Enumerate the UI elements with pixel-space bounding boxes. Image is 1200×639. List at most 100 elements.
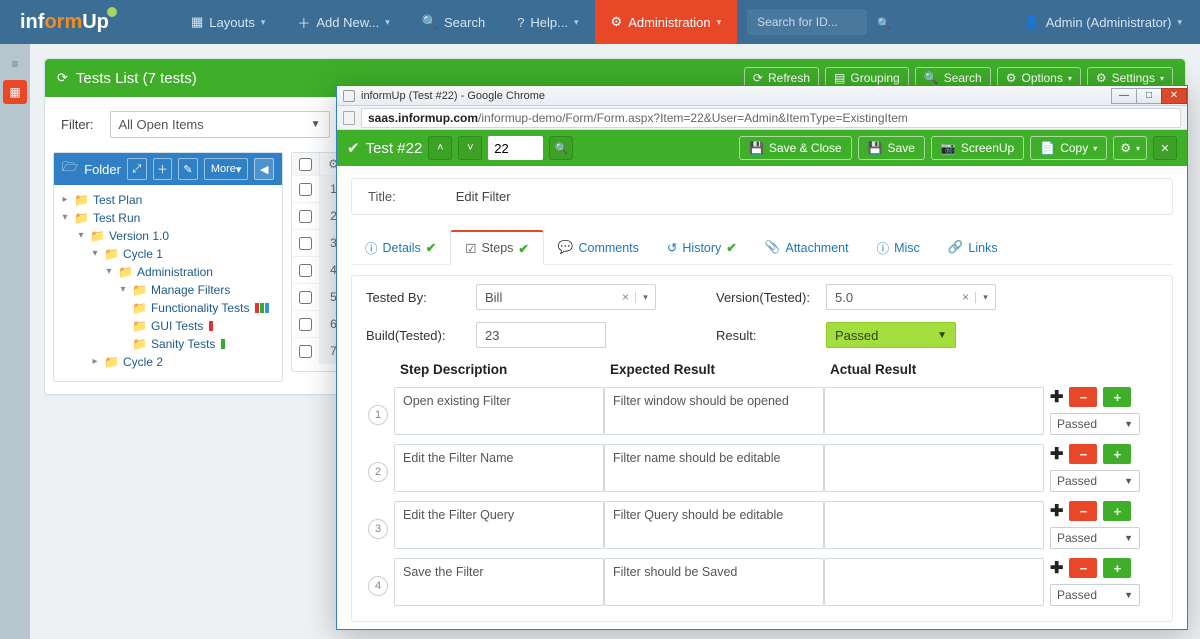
screenup-button[interactable]: 📷ScreenUp [931,136,1024,160]
tree-expand-icon[interactable]: ▸ [60,191,70,209]
remove-step-btn[interactable]: − [1069,387,1097,407]
search-input[interactable] [747,9,867,35]
nav-layouts[interactable]: ▦Layouts▾ [175,0,281,44]
clear-icon[interactable]: × [616,290,635,304]
step-actual-input[interactable] [824,558,1044,606]
chevron-down-icon[interactable]: ▾ [975,292,995,303]
window-close-btn[interactable]: ✕ [1161,88,1187,104]
version-field[interactable]: 5.0×▾ [826,284,996,310]
result-select[interactable]: Passed▼ [826,322,956,348]
step-description-input[interactable]: Open existing Filter [394,387,604,435]
insert-icon[interactable]: ✚ [1050,387,1063,407]
tab-attachment[interactable]: 📎Attachment [751,230,863,265]
tree-item[interactable]: Functionality Tests [151,299,250,317]
chevron-down-icon[interactable]: ▾ [635,292,655,303]
copy-button[interactable]: 📄Copy▾ [1030,136,1107,160]
row-checkbox[interactable] [299,210,312,223]
tree-collapse-icon[interactable]: ▾ [90,245,100,263]
remove-step-btn[interactable]: − [1069,444,1097,464]
search-icon[interactable] [877,15,891,30]
row-checkbox[interactable] [299,345,312,358]
window-titlebar[interactable]: informUp (Test #22) - Google Chrome — □ … [337,86,1187,106]
save-close-button[interactable]: 💾Save & Close [739,136,852,160]
rail-apps-button[interactable]: ▦ [3,80,27,104]
tree-item[interactable]: Cycle 2 [123,353,163,371]
step-description-input[interactable]: Save the Filter [394,558,604,606]
tree-item[interactable]: Administration [137,263,213,281]
nav-search[interactable]: 🔍Search [406,0,501,44]
folder-add-btn[interactable]: ＋ [153,158,173,180]
step-result-select[interactable]: Passed▼ [1050,413,1140,435]
insert-icon[interactable]: ✚ [1050,444,1063,464]
step-expected-input[interactable]: Filter should be Saved [604,558,824,606]
step-actual-input[interactable] [824,387,1044,435]
insert-icon[interactable]: ✚ [1050,501,1063,521]
tree-item[interactable]: Test Plan [93,191,142,209]
row-checkbox[interactable] [299,318,312,331]
tree-collapse-icon[interactable]: ▾ [60,209,70,227]
window-minimize-btn[interactable]: — [1111,88,1137,104]
nav-user[interactable]: 👤Admin (Administrator)▾ [1006,0,1200,44]
folder-edit-btn[interactable]: ✎ [178,158,198,180]
add-step-btn[interactable]: + [1103,501,1131,521]
tab-misc[interactable]: ⓘMisc [863,230,934,265]
prev-item-btn[interactable]: ˄ [428,136,452,160]
build-input[interactable] [476,322,606,348]
add-step-btn[interactable]: + [1103,558,1131,578]
tree-collapse-icon[interactable]: ▾ [104,263,114,281]
save-button[interactable]: 💾Save [858,136,925,160]
insert-icon[interactable]: ✚ [1050,558,1063,578]
clear-icon[interactable]: × [956,290,975,304]
tab-links[interactable]: 🔗Links [934,230,1012,265]
goto-btn[interactable]: 🔍 [549,136,573,160]
close-form-btn[interactable]: ✕ [1153,136,1177,160]
tree-collapse-icon[interactable]: ▾ [76,227,86,245]
folder-collapse-btn[interactable]: ◀ [254,158,274,180]
step-actual-input[interactable] [824,444,1044,492]
filter-select[interactable]: All Open Items ▼ [110,111,330,138]
rail-menu-button[interactable]: ≡ [3,52,27,76]
settings-button[interactable]: ▾ [1113,136,1147,160]
row-checkbox[interactable] [299,237,312,250]
tree-item[interactable]: Version 1.0 [109,227,169,245]
tree-item[interactable]: Test Run [93,209,140,227]
tree-item[interactable]: Sanity Tests [151,335,215,353]
grid-check-all[interactable] [299,158,312,171]
remove-step-btn[interactable]: − [1069,501,1097,521]
tree-expand-icon[interactable]: ▸ [90,353,100,371]
step-expected-input[interactable]: Filter name should be editable [604,444,824,492]
step-result-select[interactable]: Passed▼ [1050,584,1140,606]
tree-collapse-icon[interactable]: ▾ [118,281,128,299]
tested-by-field[interactable]: Bill×▾ [476,284,656,310]
step-result-select[interactable]: Passed▼ [1050,527,1140,549]
tab-history[interactable]: ↺History✔ [653,230,751,265]
row-checkbox[interactable] [299,291,312,304]
nav-help[interactable]: ?Help...▾ [501,0,594,44]
step-result-select[interactable]: Passed▼ [1050,470,1140,492]
add-step-btn[interactable]: + [1103,444,1131,464]
tab-steps[interactable]: ☑Steps✔ [450,230,544,265]
step-expected-input[interactable]: Filter Query should be editable [604,501,824,549]
remove-step-btn[interactable]: − [1069,558,1097,578]
tree-item[interactable]: Manage Filters [151,281,230,299]
field-value[interactable]: Edit Filter [456,189,511,204]
item-id-input[interactable] [488,136,543,160]
logo[interactable]: informUp [0,0,175,44]
folder-more-btn[interactable]: More ▾ [204,158,249,180]
tab-details[interactable]: ⓘDetails✔ [351,230,450,265]
tree-item[interactable]: GUI Tests [151,317,203,335]
nav-add-new[interactable]: ＋Add New...▾ [281,0,405,44]
url-field[interactable]: saas.informup.com/informup-demo/Form/For… [361,108,1181,128]
step-description-input[interactable]: Edit the Filter Query [394,501,604,549]
tree-item[interactable]: Cycle 1 [123,245,163,263]
nav-administration[interactable]: Administration▾ [595,0,738,44]
folder-expand-btn[interactable]: ⤢ [127,158,147,180]
row-checkbox[interactable] [299,183,312,196]
step-description-input[interactable]: Edit the Filter Name [394,444,604,492]
step-expected-input[interactable]: Filter window should be opened [604,387,824,435]
next-item-btn[interactable]: ˅ [458,136,482,160]
row-checkbox[interactable] [299,264,312,277]
window-maximize-btn[interactable]: □ [1136,88,1162,104]
tab-comments[interactable]: 💬Comments [544,230,653,265]
step-actual-input[interactable] [824,501,1044,549]
